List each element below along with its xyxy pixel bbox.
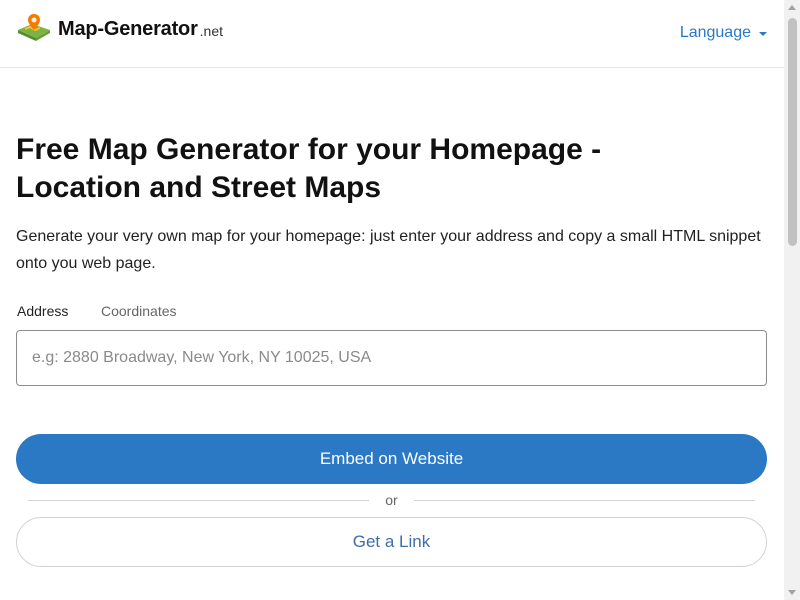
divider-line-right [414, 500, 755, 501]
scrollbar-thumb[interactable] [788, 18, 797, 246]
embed-on-website-button[interactable]: Embed on Website [16, 434, 767, 484]
brand-name: Map-Generator [58, 18, 198, 40]
language-label: Language [679, 24, 751, 41]
tab-coordinates[interactable]: Coordinates [101, 303, 177, 319]
site-logo[interactable]: Map-Generator .net [16, 12, 223, 42]
page-scrollbar[interactable] [784, 0, 800, 600]
page-title: Free Map Generator for your Homepage - L… [16, 133, 602, 204]
scroll-down-arrow-icon[interactable] [788, 590, 796, 595]
address-input[interactable] [16, 330, 767, 386]
page-description: Generate your very own map for your home… [16, 228, 761, 272]
header: Map-Generator .net Language [0, 0, 784, 68]
caret-down-icon [759, 31, 767, 36]
or-divider: or [28, 491, 755, 509]
scroll-up-arrow-icon[interactable] [788, 5, 796, 10]
tab-address[interactable]: Address [17, 303, 68, 319]
get-a-link-button[interactable]: Get a Link [16, 517, 767, 567]
language-dropdown[interactable]: Language [680, 24, 767, 42]
map-logo-icon [18, 14, 50, 41]
brand-tld: .net [199, 23, 224, 39]
